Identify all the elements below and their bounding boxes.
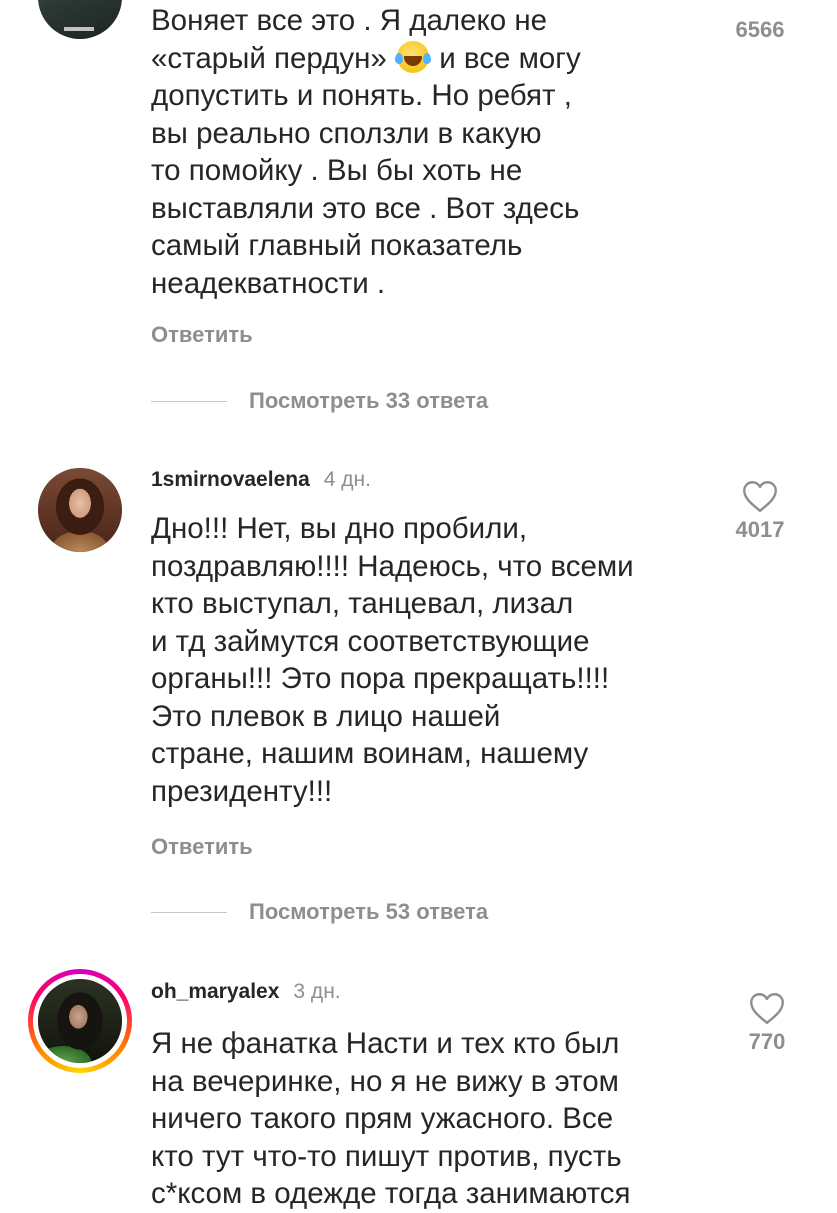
face-with-tears-of-joy-icon [395, 40, 429, 73]
comment-text: Дно!!! Нет, вы дно пробили, поздравляю!!… [151, 512, 634, 808]
reply-button[interactable]: Ответить [151, 834, 253, 860]
story-ring[interactable] [28, 969, 132, 1073]
view-replies-button[interactable]: Посмотреть 53 ответа [151, 897, 488, 927]
heart-outline-icon[interactable] [742, 480, 778, 513]
comment-text: Я не фанатка Насти и тех кто был на вече… [151, 1027, 631, 1210]
comment-text: Воняет все это . Я далеко не «старый пер… [151, 4, 581, 300]
comment-header: 1smirnovaelena 4 дн. [151, 468, 371, 492]
avatar[interactable] [38, 0, 122, 39]
avatar[interactable] [38, 468, 122, 552]
comment-header: oh_maryalex 3 дн. [151, 980, 341, 1004]
divider-line [151, 911, 227, 913]
heart-outline-icon[interactable] [749, 992, 785, 1025]
like-column: 770 [722, 992, 812, 1055]
like-count: 4017 [735, 517, 785, 542]
like-count: 770 [748, 1029, 786, 1054]
timestamp: 3 дн. [293, 980, 341, 1003]
view-replies-label: Посмотреть 53 ответа [249, 899, 489, 924]
username[interactable]: 1smirnovaelena [151, 468, 310, 491]
avatar [38, 979, 122, 1063]
like-column: 4017 [715, 480, 805, 543]
username[interactable]: oh_maryalex [151, 980, 279, 1003]
reply-button[interactable]: Ответить [151, 322, 253, 348]
view-replies-label: Посмотреть 33 ответа [249, 388, 489, 413]
divider-line [151, 400, 227, 402]
like-count: 6566 [735, 17, 785, 42]
like-column: 6566 [715, 13, 805, 43]
timestamp: 4 дн. [323, 468, 371, 491]
view-replies-button[interactable]: Посмотреть 33 ответа [151, 386, 488, 416]
